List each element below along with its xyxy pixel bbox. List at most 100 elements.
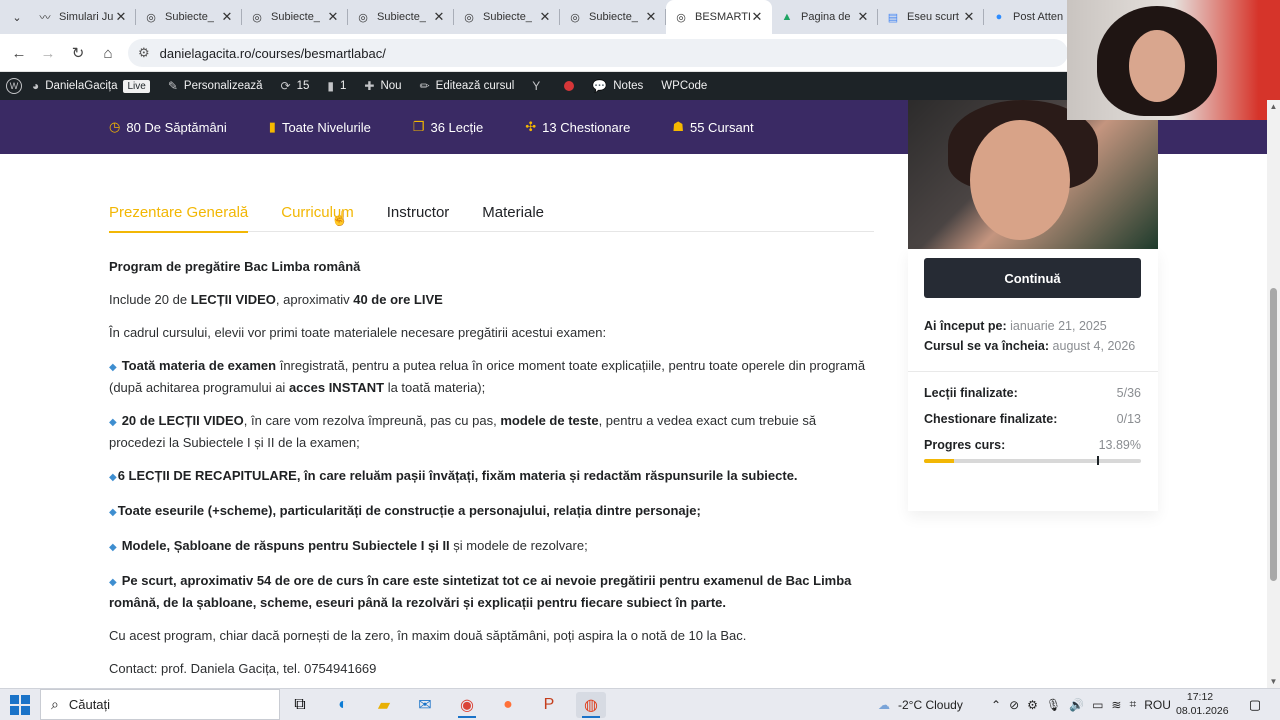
browser-tab[interactable]: ◎ Subiecte_ ✕ <box>136 0 242 34</box>
new-label: Nou <box>380 80 402 92</box>
text-bold: Toată materia de examen <box>121 358 277 373</box>
course-progress-card: Continuă Ai început pe: ianuarie 21, 202… <box>908 249 1158 511</box>
browser-tab[interactable]: ◎ Subiecte_ ✕ <box>242 0 348 34</box>
site-name-item[interactable]: ◕ DanielaGacița Live <box>32 79 150 93</box>
site-info-icon[interactable]: ⚙ <box>138 45 150 61</box>
quizzes-completed-row: Chestionare finalizate: 0/13 <box>924 412 1141 426</box>
microphone-icon[interactable]: 🎙 <box>1046 698 1061 712</box>
task-view-icon[interactable]: ⧉ <box>285 692 315 718</box>
refresh-icon: ⟳ <box>280 79 291 93</box>
weather-widget[interactable]: ☁ -2°C Cloudy <box>878 689 963 720</box>
customize-item[interactable]: ✎ Personalizează <box>168 79 263 93</box>
taskbar-search[interactable]: ⌕ Căutați <box>40 689 280 720</box>
tab-materials[interactable]: Materiale <box>482 198 544 232</box>
customize-label: Personalizează <box>183 80 263 92</box>
globe-icon: ◎ <box>252 11 262 24</box>
forward-arrow-icon[interactable]: → <box>37 42 59 64</box>
meta-lessons: ❐ 36 Lecție <box>413 119 483 135</box>
location-off-icon[interactable]: ⊘ <box>1009 698 1019 712</box>
brush-icon: ✎ <box>167 79 178 93</box>
close-icon[interactable]: ✕ <box>220 9 234 25</box>
wpcode-item[interactable]: WPCode <box>661 80 707 92</box>
recorder-app-icon[interactable]: ◍ <box>576 692 606 718</box>
settings-icon[interactable]: ⚙ <box>1027 698 1038 712</box>
close-icon[interactable]: ✕ <box>538 9 552 25</box>
close-icon[interactable]: ✕ <box>432 9 446 25</box>
browser-tab-active[interactable]: ◎ BESMARTL ✕ <box>666 0 772 34</box>
url-input[interactable]: ⚙ danielagacita.ro/courses/besmartlabac/ <box>128 39 1068 67</box>
close-icon[interactable]: ✕ <box>114 9 128 25</box>
language-indicator[interactable]: ROU <box>1144 698 1171 712</box>
firefox-icon[interactable]: ● <box>493 692 523 718</box>
description-paragraph: Cu acest program, chiar dacă pornești de… <box>109 628 747 643</box>
scroll-up-icon[interactable]: ▲ <box>1269 102 1278 111</box>
tab-overview[interactable]: Prezentare Generală <box>109 198 249 233</box>
speech-bubble-icon: 💬 <box>592 79 608 93</box>
close-icon[interactable]: ✕ <box>962 9 976 25</box>
progress-bar <box>924 459 1141 463</box>
url-text: danielagacita.ro/courses/besmartlabac/ <box>159 45 386 61</box>
close-icon[interactable]: ✕ <box>326 9 340 25</box>
close-icon[interactable]: ✕ <box>644 9 658 25</box>
browser-tab[interactable]: ◎ Subiecte_ ✕ <box>348 0 454 34</box>
level-text: Toate Nivelurile <box>281 119 371 135</box>
started-value: ianuarie 21, 2025 <box>1010 319 1107 333</box>
new-item[interactable]: ✚ Nou <box>364 79 401 93</box>
diamond-icon: ◆ <box>109 472 117 483</box>
text-bold: LECȚII VIDEO <box>190 292 276 307</box>
chrome-icon[interactable]: ◉ <box>452 692 482 718</box>
globe-icon: ◎ <box>146 11 156 24</box>
yoast-item[interactable]: Y <box>532 79 546 93</box>
home-icon[interactable]: ⌂ <box>97 42 119 64</box>
seo-status-item[interactable] <box>564 81 575 91</box>
divider <box>908 371 1158 372</box>
text-bold: acces INSTANT <box>288 380 385 395</box>
browser-tab[interactable]: ◎ Subiecte_ ✕ <box>560 0 666 34</box>
browser-tab[interactable]: ▤ Eseu scurt ✕ <box>878 0 984 34</box>
clock[interactable]: 17:12 08.01.2026 <box>1176 690 1229 718</box>
page-scrollbar[interactable]: ▲ ▼ <box>1267 100 1280 688</box>
tab-instructor[interactable]: Instructor <box>387 198 450 232</box>
edit-course-item[interactable]: ✏ Editează cursul <box>420 79 515 93</box>
powerpoint-icon[interactable]: P <box>534 692 564 718</box>
close-icon[interactable]: ✕ <box>856 9 870 25</box>
browser-tab[interactable]: ◎ Subiecte_ ✕ <box>454 0 560 34</box>
wifi-icon[interactable]: ≋ <box>1111 698 1121 712</box>
windows-start-icon[interactable] <box>8 694 32 716</box>
bar-chart-icon: ▮ <box>268 119 276 134</box>
reload-icon[interactable]: ↻ <box>67 42 89 64</box>
scroll-down-icon[interactable]: ▼ <box>1269 677 1278 686</box>
comments-item[interactable]: ▮ 1 <box>327 79 346 93</box>
tab-search-chevron-icon[interactable]: ⌄ <box>6 7 28 27</box>
notes-item[interactable]: 💬 Notes <box>592 79 643 93</box>
text: , aproximativ <box>275 292 354 307</box>
wordpress-logo-icon[interactable]: W <box>6 78 22 94</box>
updates-item[interactable]: ⟳ 15 <box>281 79 310 93</box>
progress-label: Progres curs: <box>924 438 1006 452</box>
edit-course-label: Editează cursul <box>435 80 515 92</box>
back-arrow-icon[interactable]: ← <box>8 42 30 64</box>
text-bold: Modele, Șabloane de răspuns pentru Subie… <box>121 538 450 553</box>
edge-icon[interactable]: ◐ <box>328 692 358 718</box>
close-icon[interactable]: ✕ <box>750 9 764 25</box>
diamond-icon: ◆ <box>109 542 117 553</box>
battery-icon[interactable]: ▭ <box>1092 698 1103 712</box>
tab-title: Simulari Ju <box>59 11 114 23</box>
meta-duration: ◷ 80 De Săptămâni <box>109 119 227 135</box>
file-explorer-icon[interactable]: ▰ <box>369 692 399 718</box>
browser-tab[interactable]: 〰 Simulari Ju ✕ <box>30 0 136 34</box>
notifications-icon[interactable]: ▢ <box>1240 692 1270 718</box>
students-text: 55 Cursant <box>689 119 754 135</box>
diamond-icon: ◆ <box>109 577 117 588</box>
lessons-text: 36 Lecție <box>430 119 484 135</box>
cast-icon[interactable]: ⌗ <box>1129 697 1136 712</box>
speaker-icon[interactable]: 🔊 <box>1069 698 1084 712</box>
chevron-up-icon[interactable]: ⌃ <box>991 698 1001 712</box>
scroll-thumb[interactable] <box>1270 288 1277 581</box>
tab-title: BESMARTL <box>695 11 750 23</box>
hand-cursor-icon: ☝ <box>331 210 349 226</box>
continue-button[interactable]: Continuă <box>924 258 1141 298</box>
browser-tab[interactable]: ▲ Pagina de ✕ <box>772 0 878 34</box>
live-badge: Live <box>123 79 150 93</box>
outlook-icon[interactable]: ✉ <box>410 692 440 718</box>
